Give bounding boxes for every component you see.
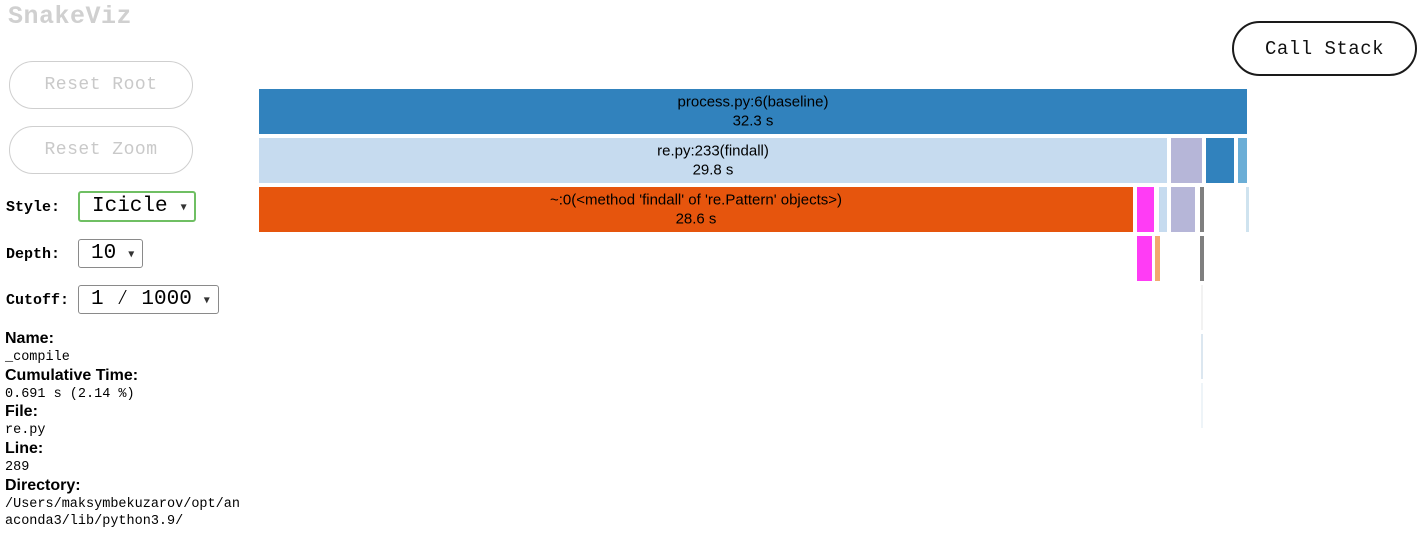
icicle-block[interactable] — [1170, 186, 1196, 233]
snakeviz-app: SnakeViz Call Stack Reset Root Reset Zoo… — [0, 0, 1418, 560]
icicle-block-label: ~:0(<method 'findall' of 're.Pattern' ob… — [259, 190, 1133, 229]
icicle-block[interactable] — [1155, 235, 1160, 282]
icicle-block-func: re.py:233(findall) — [657, 142, 769, 159]
icicle-block-label: process.py:6(baseline) 32.3 s — [259, 92, 1247, 131]
depth-control-row: Depth: 10 ▾ — [6, 239, 144, 268]
icicle-block-func: ~:0(<method 'findall' of 're.Pattern' ob… — [549, 191, 843, 208]
cutoff-control-row: Cutoff: 1 ⁄ 1000 ▾ — [6, 285, 219, 314]
cutoff-select-wrap: 1 ⁄ 1000 ▾ — [78, 285, 219, 314]
icicle-block[interactable] — [1201, 284, 1203, 331]
call-stack-button[interactable]: Call Stack — [1232, 21, 1417, 76]
node-info-panel: Name: _compile Cumulative Time: 0.691 s … — [5, 330, 247, 531]
icicle-block-time: 32.3 s — [732, 112, 774, 130]
info-line-value: 289 — [5, 459, 30, 475]
icicle-block[interactable] — [1158, 186, 1168, 233]
info-line-key: Line: — [5, 440, 44, 458]
icicle-block[interactable] — [1170, 137, 1203, 184]
depth-select[interactable]: 10 — [78, 239, 144, 268]
reset-zoom-button[interactable]: Reset Zoom — [9, 126, 193, 174]
reset-root-label: Reset Root — [44, 75, 158, 95]
info-name-value: _compile — [5, 349, 70, 365]
info-name-key: Name: — [5, 330, 54, 347]
reset-zoom-label: Reset Zoom — [44, 140, 158, 160]
style-label: Style: — [6, 198, 61, 216]
page-title: SnakeViz — [8, 2, 133, 31]
icicle-block-label: re.py:233(findall) 29.8 s — [259, 141, 1167, 180]
info-cumtime-key: Cumulative Time: — [5, 366, 139, 384]
icicle-block-time: 28.6 s — [675, 210, 717, 228]
info-file-key: File: — [5, 403, 38, 421]
depth-label: Depth: — [6, 245, 61, 263]
icicle-block[interactable] — [1237, 137, 1248, 184]
cutoff-select[interactable]: 1 ⁄ 1000 — [78, 285, 219, 314]
info-file-value: re.py — [5, 423, 46, 439]
depth-select-wrap: 10 ▾ — [78, 239, 144, 268]
style-control-row: Style: Icicle ▾ — [6, 191, 196, 222]
icicle-block[interactable]: re.py:233(findall) 29.8 s — [258, 137, 1168, 184]
icicle-block[interactable] — [1200, 186, 1204, 233]
icicle-block[interactable] — [1201, 333, 1203, 380]
icicle-block[interactable]: ~:0(<method 'findall' of 're.Pattern' ob… — [258, 186, 1134, 233]
cutoff-label: Cutoff: — [6, 291, 70, 309]
icicle-chart[interactable]: process.py:6(baseline) 32.3 s re.py:233(fi… — [258, 88, 1250, 508]
icicle-block[interactable] — [1205, 137, 1235, 184]
call-stack-label: Call Stack — [1264, 37, 1385, 60]
icicle-block[interactable] — [1200, 235, 1204, 282]
icicle-block[interactable] — [1136, 235, 1153, 282]
icicle-block[interactable] — [1246, 186, 1249, 233]
icicle-block-func: process.py:6(baseline) — [677, 93, 829, 110]
style-select-wrap: Icicle ▾ — [78, 191, 196, 222]
icicle-block-time: 29.8 s — [692, 161, 734, 179]
icicle-block[interactable] — [1136, 186, 1155, 233]
reset-root-button[interactable]: Reset Root — [9, 61, 193, 109]
icicle-block[interactable] — [1201, 382, 1203, 429]
info-cumtime-value: 0.691 s (2.14 %) — [5, 386, 135, 402]
info-directory-key: Directory: — [5, 476, 81, 494]
style-select[interactable]: Icicle — [78, 191, 196, 222]
icicle-block[interactable]: process.py:6(baseline) 32.3 s — [258, 88, 1248, 135]
info-directory-value: /Users/maksymbekuzarov/opt/anaconda3/lib… — [5, 496, 240, 530]
